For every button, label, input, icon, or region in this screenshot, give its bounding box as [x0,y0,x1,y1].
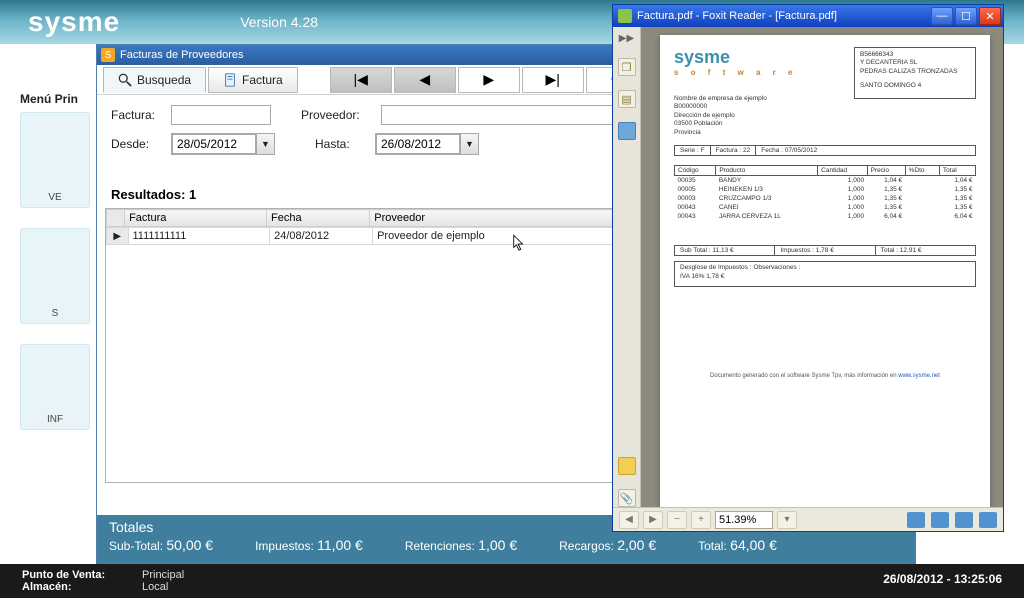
invoice-items-table: Código Producto Cantidad Precio %Dto Tot… [674,165,976,221]
menu-tile-informes[interactable]: INF [20,344,90,430]
close-button[interactable]: ✕ [979,7,1001,25]
chevron-down-icon[interactable]: ▼ [460,134,478,154]
cell-fecha: 24/08/2012 [270,228,373,245]
note-icon[interactable] [618,457,636,475]
invoice-meta: Serie : F Factura : 22 Fecha : 07/05/201… [674,145,976,156]
menu-tile-ventas[interactable]: VE [20,112,90,208]
foxit-titlebar[interactable]: Factura.pdf - Foxit Reader - [Factura.pd… [613,5,1003,27]
menu-tile-stock[interactable]: S [20,228,90,324]
nav-last-button[interactable]: ▶| [522,67,584,93]
customer-box: B56666343 Y DECANTERIA SL PEDRAS CALIZAS… [854,47,976,99]
maximize-button[interactable]: ☐ [955,7,977,25]
nav-prev-button[interactable]: ◀ [394,67,456,93]
facturas-title: Facturas de Proveedores [120,49,244,61]
zoom-dropdown[interactable]: ▾ [777,511,797,529]
proveedor-label: Proveedor: [301,108,381,122]
tab-busqueda-label: Busqueda [137,73,191,87]
prev-page-button[interactable]: ◀ [619,511,639,529]
layout-single-button[interactable] [907,512,925,528]
copy-icon[interactable]: ❐ [618,58,636,76]
next-page-button[interactable]: ▶ [643,511,663,529]
main-menu-heading: Menú Prin [20,92,78,106]
foxit-app-icon [618,9,632,23]
nav-first-button[interactable]: |◀ [330,67,392,93]
tab-factura[interactable]: Factura [208,67,298,93]
hasta-label: Hasta: [315,137,375,151]
facturas-app-icon: S [101,48,115,62]
layout-facing-cont-button[interactable] [979,512,997,528]
cell-proveedor: Proveedor de ejemplo [373,228,618,245]
bookmark-icon[interactable] [618,122,636,140]
app-version: Version 4.28 [240,14,318,30]
chevron-down-icon[interactable]: ▼ [256,134,274,154]
app-statusbar: Punto de Venta:Principal Almacén:Local 2… [0,564,1024,598]
invoice-subtotals: Sub Total : 11,13 € Impuestos : 1,78 € T… [674,245,976,256]
factura-input[interactable] [171,105,271,125]
invoice-observations: Desglose de Impuestos : Observaciones : … [674,261,976,287]
company-block: Nombre de empresa de ejemplo B00000000 D… [674,95,767,137]
nav-next-button[interactable]: ▶ [458,67,520,93]
tab-busqueda[interactable]: Busqueda [103,67,206,93]
desde-date[interactable]: ▼ [171,133,275,155]
factura-label: Factura: [111,108,171,122]
layout-cont-button[interactable] [931,512,949,528]
pdf-viewport[interactable]: sysme s o f t w a r e B56666343 Y DECANT… [641,27,1003,507]
cell-factura: 1111111111 [128,228,270,245]
status-clock: 26/08/2012 - 13:25:06 [883,572,1002,586]
layout-facing-button[interactable] [955,512,973,528]
desde-value[interactable] [172,134,256,154]
attachment-icon[interactable]: 📎 [618,489,636,507]
col-proveedor[interactable]: Proveedor [370,210,615,227]
minimize-button[interactable]: — [931,7,953,25]
document-icon [223,73,237,87]
search-icon [118,73,132,87]
hasta-value[interactable] [376,134,460,154]
desde-label: Desde: [111,137,171,151]
zoom-in-button[interactable]: + [691,511,711,529]
foxit-toolbar: ◀ ▶ − + ▾ [613,507,1003,531]
foxit-title: Factura.pdf - Foxit Reader - [Factura.pd… [637,10,837,22]
foxit-side-panel: ▶▶ ❐ ▤ 📎 [613,27,641,507]
col-factura[interactable]: Factura [125,210,267,227]
expand-icon[interactable]: ▶▶ [619,33,634,44]
proveedor-input[interactable] [381,105,641,125]
page-icon[interactable]: ▤ [618,90,636,108]
foxit-window: Factura.pdf - Foxit Reader - [Factura.pd… [612,4,1004,532]
tab-factura-label: Factura [242,73,283,87]
invoice-footer: Documento generado con el software Sysme… [674,373,976,379]
col-fecha[interactable]: Fecha [267,210,370,227]
zoom-out-button[interactable]: − [667,511,687,529]
record-nav: |◀ ◀ ▶ ▶| ✚ [330,67,648,93]
zoom-input[interactable] [715,511,773,529]
hasta-date[interactable]: ▼ [375,133,479,155]
app-logo: sysme [28,6,120,38]
pdf-page: sysme s o f t w a r e B56666343 Y DECANT… [660,35,990,507]
